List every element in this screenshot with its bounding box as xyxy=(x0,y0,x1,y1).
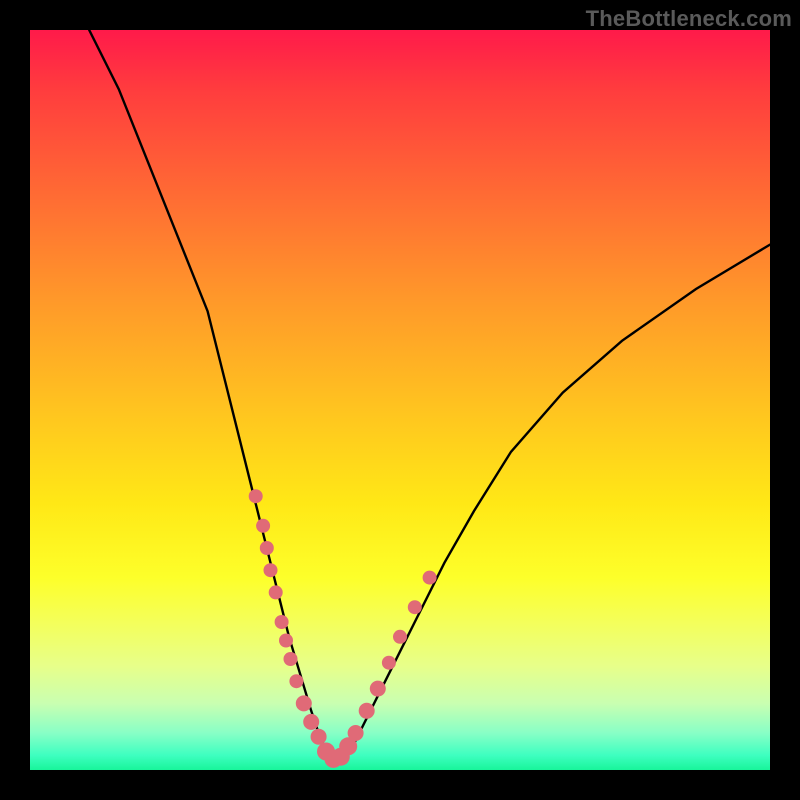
highlight-dot xyxy=(275,615,289,629)
plot-area xyxy=(30,30,770,770)
highlight-dot xyxy=(303,714,319,730)
chart-svg xyxy=(30,30,770,770)
highlight-dot xyxy=(348,725,364,741)
highlighted-dots-group xyxy=(249,489,437,768)
highlight-dot xyxy=(408,600,422,614)
watermark-text: TheBottleneck.com xyxy=(586,6,792,32)
highlight-dot xyxy=(370,681,386,697)
highlight-dot xyxy=(382,656,396,670)
highlight-dot xyxy=(359,703,375,719)
highlight-dot xyxy=(296,695,312,711)
highlight-dot xyxy=(284,652,298,666)
highlight-dot xyxy=(269,585,283,599)
chart-frame: TheBottleneck.com xyxy=(0,0,800,800)
highlight-dot xyxy=(289,674,303,688)
highlight-dot xyxy=(260,541,274,555)
highlight-dot xyxy=(393,630,407,644)
highlight-dot xyxy=(249,489,263,503)
highlight-dot xyxy=(264,563,278,577)
highlight-dot xyxy=(311,729,327,745)
highlight-dot xyxy=(256,519,270,533)
highlight-dot xyxy=(279,634,293,648)
bottleneck-curve xyxy=(89,30,770,761)
highlight-dot xyxy=(423,571,437,585)
